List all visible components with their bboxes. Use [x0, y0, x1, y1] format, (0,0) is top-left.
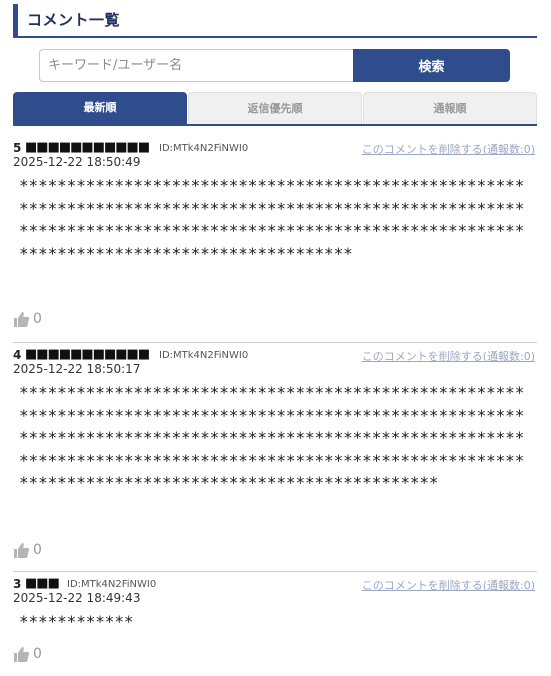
- like-count: 0: [33, 646, 42, 662]
- like-button[interactable]: 0: [13, 646, 42, 662]
- section-title: コメント一覧: [27, 11, 121, 29]
- comment-author[interactable]: ■■■■■■■■■■■: [25, 347, 150, 362]
- like-button[interactable]: 0: [13, 542, 42, 558]
- comment-item: 3 ■■■ ID:MTk4N2FiNWI0 このコメントを削除する(通報数:0)…: [13, 576, 537, 672]
- like-count: 0: [33, 311, 42, 327]
- tab-reply-priority[interactable]: 返信優先順: [188, 92, 362, 124]
- thumbs-up-icon: [13, 542, 29, 558]
- comment-date: 2025-12-22 18:50:17: [13, 362, 141, 376]
- like-button[interactable]: 0: [13, 311, 42, 327]
- comment-user-id: ID:MTk4N2FiNWI0: [159, 350, 249, 361]
- comment-date: 2025-12-22 18:49:43: [13, 591, 141, 605]
- tab-report-count[interactable]: 通報順: [363, 92, 537, 124]
- comment-user-id: ID:MTk4N2FiNWI0: [159, 143, 249, 154]
- comment-number: 3: [13, 577, 22, 591]
- comment-item: 5 ■■■■■■■■■■■ ID:MTk4N2FiNWI0 このコメントを削除す…: [13, 140, 537, 339]
- like-count: 0: [33, 542, 42, 558]
- comment-header: 4 ■■■■■■■■■■■ ID:MTk4N2FiNWI0 このコメントを削除す…: [13, 347, 537, 378]
- comment-divider: [13, 342, 537, 343]
- search-form: 検索: [39, 49, 510, 82]
- comment-list-page: コメント一覧 検索 最新順 返信優先順 通報順 5 ■■■■■■■■■■■ ID…: [0, 0, 551, 676]
- comment-divider: [13, 571, 537, 572]
- comment-number: 4: [13, 348, 22, 362]
- tab-newest[interactable]: 最新順: [13, 92, 187, 124]
- delete-comment-link[interactable]: このコメントを削除する(通報数:0): [362, 348, 535, 364]
- comment-header: 3 ■■■ ID:MTk4N2FiNWI0 このコメントを削除する(通報数:0)…: [13, 576, 537, 607]
- sort-tabs: 最新順 返信優先順 通報順: [13, 92, 537, 126]
- comment-date: 2025-12-22 18:50:49: [13, 155, 141, 169]
- thumbs-up-icon: [13, 646, 29, 662]
- search-button[interactable]: 検索: [353, 49, 510, 82]
- comment-author[interactable]: ■■■: [25, 576, 60, 591]
- comment-author[interactable]: ■■■■■■■■■■■: [25, 140, 150, 155]
- comment-body: ****************************************…: [19, 176, 525, 263]
- comment-number: 5: [13, 141, 22, 155]
- comment-body: ****************************************…: [19, 383, 525, 492]
- thumbs-up-icon: [13, 311, 29, 327]
- delete-comment-link[interactable]: このコメントを削除する(通報数:0): [362, 577, 535, 593]
- search-input[interactable]: [39, 49, 353, 82]
- delete-comment-link[interactable]: このコメントを削除する(通報数:0): [362, 141, 535, 157]
- section-header: コメント一覧: [13, 4, 537, 38]
- comment-header: 5 ■■■■■■■■■■■ ID:MTk4N2FiNWI0 このコメントを削除す…: [13, 140, 537, 171]
- comment-user-id: ID:MTk4N2FiNWI0: [67, 579, 157, 590]
- comment-item: 4 ■■■■■■■■■■■ ID:MTk4N2FiNWI0 このコメントを削除す…: [13, 347, 537, 568]
- comment-body: ************: [19, 612, 134, 631]
